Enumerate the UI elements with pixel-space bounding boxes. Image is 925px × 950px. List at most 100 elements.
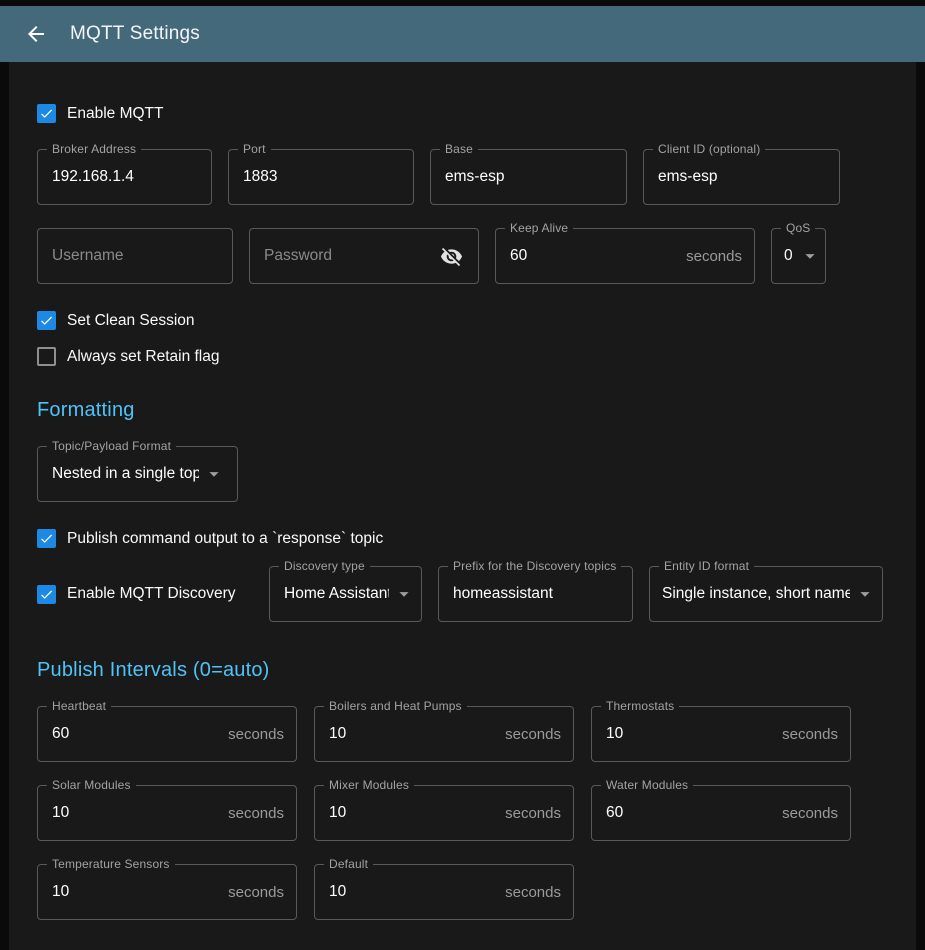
qos-select[interactable]: QoS 0 (771, 228, 826, 284)
enable-discovery-row[interactable]: Enable MQTT Discovery (37, 585, 253, 604)
water-modules-interval-field[interactable]: Water Modules 60 seconds (591, 785, 851, 841)
arrow-back-icon (24, 22, 48, 46)
publish-response-checkbox[interactable] (37, 529, 56, 548)
interval-label: Temperature Sensors (47, 857, 175, 872)
check-icon (39, 312, 54, 329)
password-field[interactable]: Password (249, 228, 479, 284)
interval-value: 10 (52, 804, 220, 822)
entity-id-format-value: Single instance, short name (662, 585, 850, 603)
broker-address-value: 192.168.1.4 (52, 168, 199, 186)
check-icon (39, 586, 54, 603)
keep-alive-field[interactable]: Keep Alive 60 seconds (495, 228, 755, 284)
interval-value: 10 (329, 883, 497, 901)
back-button[interactable] (14, 12, 58, 56)
topic-format-label: Topic/Payload Format (47, 439, 176, 454)
enable-mqtt-row[interactable]: Enable MQTT (37, 104, 888, 123)
enable-mqtt-checkbox[interactable] (37, 104, 56, 123)
base-label: Base (440, 142, 478, 157)
retain-flag-checkbox[interactable] (37, 347, 56, 366)
enable-discovery-checkbox[interactable] (37, 585, 56, 604)
discovery-checkbox-wrap: Enable MQTT Discovery (37, 585, 253, 604)
interval-label: Thermostats (601, 699, 679, 714)
username-placeholder: Username (52, 247, 220, 265)
temperature-sensors-interval-field[interactable]: Temperature Sensors 10 seconds (37, 864, 297, 920)
retain-flag-label: Always set Retain flag (67, 348, 220, 366)
interval-suffix: seconds (782, 805, 838, 822)
discovery-type-select[interactable]: Discovery type Home Assistant (269, 566, 422, 622)
keep-alive-label: Keep Alive (505, 221, 573, 236)
app-bar: MQTT Settings (0, 6, 925, 62)
client-id-value: ems-esp (658, 168, 827, 186)
username-field[interactable]: Username (37, 228, 233, 284)
qos-label: QoS (781, 221, 815, 236)
port-field[interactable]: Port 1883 (228, 149, 414, 205)
publish-response-label: Publish command output to a `response` t… (67, 530, 383, 548)
base-field[interactable]: Base ems-esp (430, 149, 627, 205)
chevron-down-icon (203, 463, 225, 485)
password-placeholder: Password (264, 247, 436, 265)
broker-fields-row: Broker Address 192.168.1.4 Port 1883 Bas… (37, 149, 888, 205)
topic-payload-format-select[interactable]: Topic/Payload Format Nested in a single … (37, 446, 238, 502)
check-icon (39, 105, 54, 122)
discovery-type-value: Home Assistant (284, 585, 389, 603)
interval-value: 60 (52, 725, 220, 743)
clean-session-label: Set Clean Session (67, 312, 195, 330)
chevron-down-icon (799, 245, 821, 267)
publish-response-row[interactable]: Publish command output to a `response` t… (37, 529, 888, 548)
clean-session-row[interactable]: Set Clean Session (37, 311, 888, 330)
interval-suffix: seconds (228, 726, 284, 743)
interval-suffix: seconds (505, 884, 561, 901)
keep-alive-suffix: seconds (686, 248, 742, 265)
mqtt-settings-form: Enable MQTT Broker Address 192.168.1.4 P… (9, 62, 916, 950)
interval-suffix: seconds (782, 726, 838, 743)
enable-mqtt-label: Enable MQTT (67, 105, 163, 123)
interval-label: Solar Modules (47, 778, 136, 793)
heartbeat-interval-field[interactable]: Heartbeat 60 seconds (37, 706, 297, 762)
broker-address-label: Broker Address (47, 142, 141, 157)
solar-modules-interval-field[interactable]: Solar Modules 10 seconds (37, 785, 297, 841)
entity-id-format-select[interactable]: Entity ID format Single instance, short … (649, 566, 883, 622)
base-value: ems-esp (445, 168, 614, 186)
interval-suffix: seconds (228, 805, 284, 822)
chevron-down-icon (393, 583, 415, 605)
interval-value: 10 (329, 804, 497, 822)
clean-session-checkbox[interactable] (37, 311, 56, 330)
visibility-off-icon (440, 245, 463, 268)
formatting-heading: Formatting (37, 399, 888, 422)
interval-value: 60 (606, 804, 774, 822)
discovery-prefix-field[interactable]: Prefix for the Discovery topics homeassi… (438, 566, 633, 622)
page-title: MQTT Settings (70, 23, 200, 45)
interval-label: Boilers and Heat Pumps (324, 699, 467, 714)
interval-value: 10 (52, 883, 220, 901)
discovery-prefix-label: Prefix for the Discovery topics (448, 559, 621, 574)
topic-format-row: Topic/Payload Format Nested in a single … (37, 446, 888, 502)
discovery-row: Enable MQTT Discovery Discovery type Hom… (37, 566, 888, 622)
client-id-field[interactable]: Client ID (optional) ems-esp (643, 149, 840, 205)
thermostats-interval-field[interactable]: Thermostats 10 seconds (591, 706, 851, 762)
port-label: Port (238, 142, 271, 157)
mixer-modules-interval-field[interactable]: Mixer Modules 10 seconds (314, 785, 574, 841)
enable-discovery-label: Enable MQTT Discovery (67, 585, 236, 603)
keep-alive-value: 60 (510, 247, 678, 265)
publish-intervals-heading: Publish Intervals (0=auto) (37, 659, 888, 682)
chevron-down-icon (854, 583, 876, 605)
port-value: 1883 (243, 168, 401, 186)
retain-flag-row[interactable]: Always set Retain flag (37, 347, 888, 366)
qos-value: 0 (784, 247, 795, 265)
topic-format-value: Nested in a single topic (52, 465, 199, 483)
interval-label: Default (324, 857, 373, 872)
broker-address-field[interactable]: Broker Address 192.168.1.4 (37, 149, 212, 205)
discovery-prefix-value: homeassistant (453, 585, 620, 603)
check-icon (39, 530, 54, 547)
default-interval-field[interactable]: Default 10 seconds (314, 864, 574, 920)
interval-suffix: seconds (505, 805, 561, 822)
toggle-password-visibility-button[interactable] (436, 241, 466, 271)
interval-value: 10 (606, 725, 774, 743)
interval-suffix: seconds (505, 726, 561, 743)
intervals-grid: Heartbeat 60 seconds Boilers and Heat Pu… (37, 706, 888, 920)
discovery-type-label: Discovery type (279, 559, 370, 574)
auth-fields-row: Username Password Keep Alive 60 seconds … (37, 228, 888, 284)
boilers-interval-field[interactable]: Boilers and Heat Pumps 10 seconds (314, 706, 574, 762)
interval-label: Heartbeat (47, 699, 111, 714)
interval-label: Water Modules (601, 778, 693, 793)
